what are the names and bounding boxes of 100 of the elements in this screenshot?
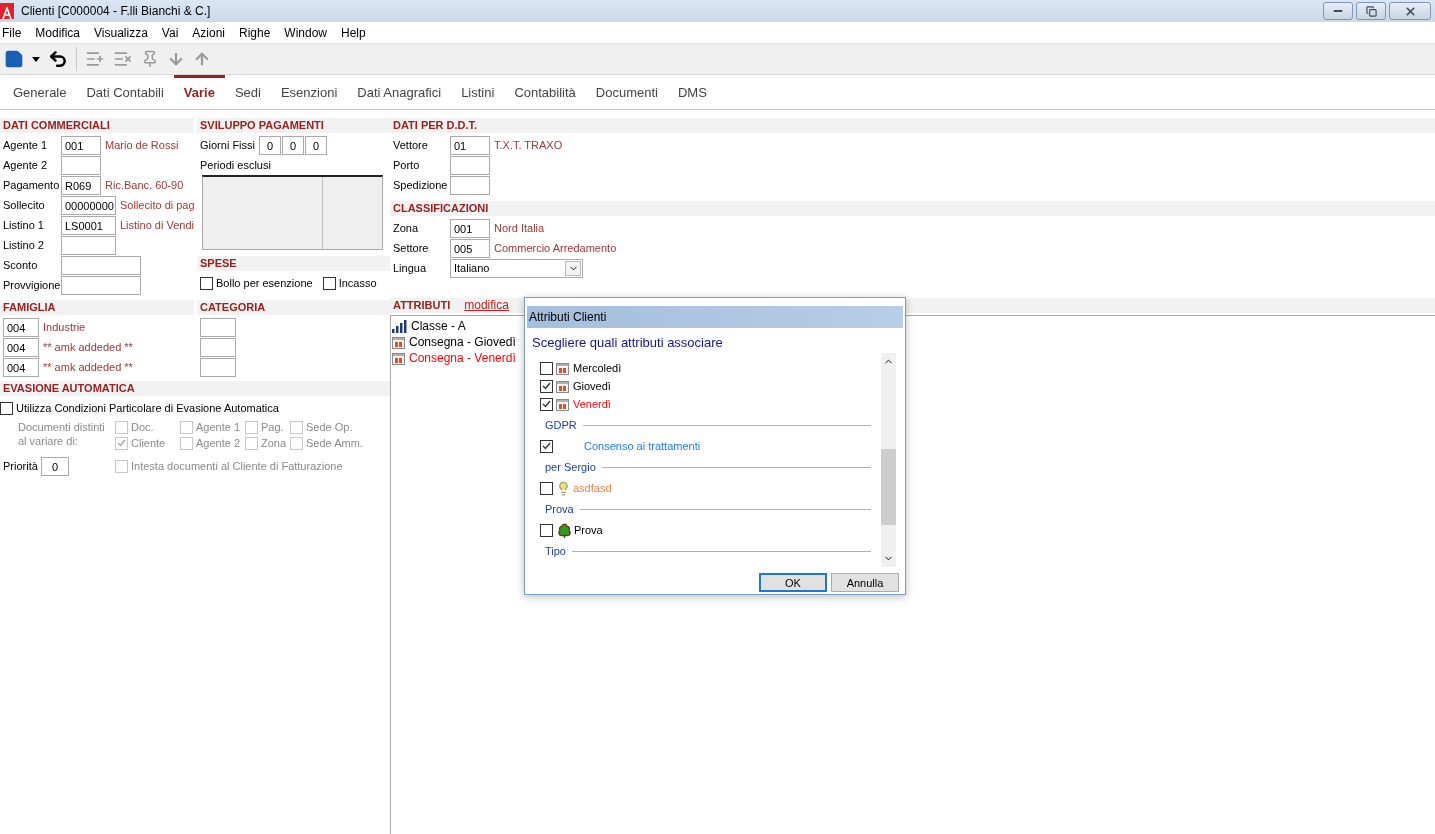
field-label: Giorni Fissi [200,139,255,151]
checkbox[interactable] [0,401,13,415]
language-dropdown[interactable]: Italiano [450,258,583,278]
checkbox[interactable] [540,523,553,537]
attribute-label: Consenso ai trattamenti [584,440,701,452]
input-field[interactable] [200,357,236,377]
dialog-title: Attributi Clienti [527,306,903,328]
input-field[interactable] [61,255,141,275]
periods-grid[interactable] [202,175,383,250]
input-field[interactable]: 0 [305,135,327,155]
tab[interactable]: Dati Anagrafici [347,74,452,110]
close-button[interactable] [1389,2,1431,20]
attribute-item[interactable]: Consegna - Giovedì [409,335,516,349]
section-header: DATI PER D.D.T. [390,118,1435,133]
arrow-down-icon [167,50,185,68]
input-field[interactable]: 00000000 [61,195,116,215]
group-label: Prova [545,503,574,515]
input-field[interactable]: 0 [282,135,304,155]
checkbox[interactable] [540,481,553,495]
field-description: ** amk addeded ** [43,341,133,353]
field-label: Lingua [393,262,428,274]
field-label: Periodi esclusi [200,159,271,171]
input-field[interactable] [200,317,236,337]
attribute-label: Prova [574,524,603,536]
field-description: Mario de Rossi [105,139,179,151]
field-label: Zona [393,222,420,234]
checkbox[interactable] [540,439,553,453]
input-field[interactable] [61,275,141,295]
tree-icon [556,521,573,539]
checkbox-label: Incasso [338,277,377,289]
edit-link[interactable]: modifica [464,298,509,313]
checkbox[interactable] [540,397,553,411]
input-field[interactable] [200,337,236,357]
input-field[interactable]: 001 [450,218,490,238]
field-label: Provvigione [3,279,61,291]
input-field[interactable] [450,175,490,195]
menu-item[interactable]: Help [341,25,366,40]
checkbox-label: Doc. [131,421,154,433]
checkbox-label: Intesta documenti al Cliente di Fatturazione [131,460,343,472]
field-label: al variare di: [18,434,79,448]
tab[interactable]: Varie [173,74,225,110]
field-description: Listino di Vendi [120,219,194,231]
attribute-label: Mercoledì [573,362,622,374]
attribute-item[interactable]: Classe - A [411,319,466,333]
input-field[interactable]: R069 [61,175,101,195]
field-description: T.X.T. TRAXO [494,139,563,151]
tab[interactable]: Esenzioni [270,74,348,110]
input-field[interactable]: 0 [259,135,281,155]
menu-item[interactable]: Righe [239,25,271,40]
minimize-button[interactable] [1323,2,1353,20]
delete-row-icon [113,49,133,69]
tab[interactable]: Generale [3,74,77,110]
tab[interactable]: Dati Contabili [76,74,174,110]
section-header: SVILUPPO PAGAMENTI [197,118,390,133]
checkbox[interactable] [540,379,553,393]
tab[interactable]: DMS [667,74,717,110]
input-field[interactable]: LS0001 [61,215,116,235]
section-header: SPESE [197,256,390,271]
input-field[interactable]: 004 [3,357,39,377]
field-label: Agente 2 [3,159,49,171]
checkbox-label: Pag. [261,421,284,433]
checkbox[interactable] [540,361,553,375]
tab[interactable]: Contabilità [504,74,586,110]
checkbox-label: Agente 1 [196,421,241,433]
checkbox[interactable] [200,276,213,290]
tab[interactable]: Listini [451,74,505,110]
attribute-item[interactable]: Consegna - Venerdì [409,351,516,365]
checkbox[interactable] [322,276,336,290]
group-label: GDPR [545,419,577,431]
checkbox-label: Cliente [131,437,166,449]
menu-item[interactable]: Window [284,25,328,40]
input-field[interactable] [61,155,101,175]
group-label: per Sergio [545,461,596,473]
menu-item[interactable]: Modifica [35,25,81,40]
input-field[interactable] [61,235,116,255]
section-header: EVASIONE AUTOMATICA [0,381,390,396]
tab[interactable]: Sedi [224,74,271,110]
restore-button[interactable] [1356,2,1386,20]
input-field[interactable] [450,155,490,175]
calendar-icon [556,379,569,393]
undo-icon [48,49,68,69]
menu-item[interactable]: File [2,25,22,40]
menu-item[interactable]: Azioni [192,25,225,40]
menu-item[interactable]: Visualizza [94,25,148,40]
dialog-button[interactable]: Annulla [831,573,899,592]
input-field[interactable]: 005 [450,238,490,258]
input-field[interactable]: 001 [61,135,101,155]
checkbox-label: Utilizza Condizioni Particolare di Evasione Automatica [16,402,279,414]
input-field[interactable]: 004 [3,317,39,337]
input-field[interactable]: 0 [41,456,69,476]
tab[interactable]: Documenti [585,74,668,110]
input-field[interactable]: 01 [450,135,490,155]
field-label: Pagamento [3,179,61,191]
scrollbar[interactable] [881,353,896,567]
checkbox-label: Sede Amm. [306,437,363,449]
input-field[interactable]: 004 [3,337,39,357]
calendar-icon [556,397,569,411]
section-header: CATEGORIA [197,300,390,315]
menu-item[interactable]: Vai [161,25,179,40]
dialog-button[interactable]: OK [759,573,827,592]
